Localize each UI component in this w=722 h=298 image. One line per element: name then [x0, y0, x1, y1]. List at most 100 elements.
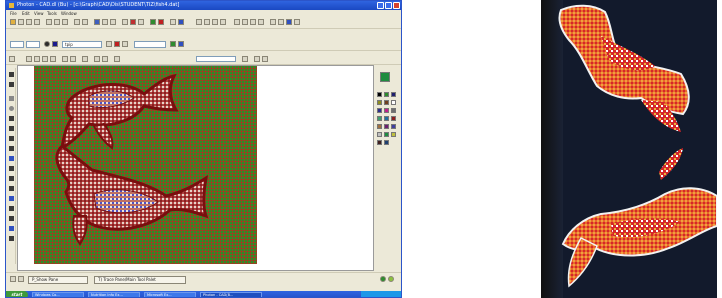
- mode2-select[interactable]: [26, 41, 40, 48]
- stitch-icon[interactable]: [234, 19, 240, 25]
- rect-icon[interactable]: [9, 96, 14, 101]
- layer-icon[interactable]: [196, 19, 202, 25]
- reset-icon[interactable]: [178, 41, 184, 47]
- palette-swatch[interactable]: [384, 116, 389, 121]
- design-grid[interactable]: [34, 66, 257, 264]
- zoom-out-icon[interactable]: [102, 19, 108, 25]
- select-tool-icon[interactable]: [9, 72, 14, 77]
- copy-icon[interactable]: [54, 19, 60, 25]
- palette-swatch[interactable]: [384, 100, 389, 105]
- help-icon[interactable]: [178, 19, 184, 25]
- stitch4-icon[interactable]: [258, 19, 264, 25]
- pattern-tool-icon[interactable]: [9, 196, 14, 201]
- palette-swatch[interactable]: [384, 108, 389, 113]
- zoom-fit-icon[interactable]: [110, 19, 116, 25]
- print-icon[interactable]: [34, 19, 40, 25]
- eraser-icon[interactable]: [9, 146, 14, 151]
- lock-icon[interactable]: [242, 56, 248, 62]
- palette-swatch[interactable]: [384, 92, 389, 97]
- wand-icon[interactable]: [9, 156, 14, 161]
- color-icon[interactable]: [114, 41, 120, 47]
- palette-swatch[interactable]: [384, 132, 389, 137]
- save-icon[interactable]: [26, 19, 32, 25]
- color-pick-icon[interactable]: [130, 19, 136, 25]
- taskbar-item[interactable]: Nutrition Info Ex...: [88, 292, 140, 297]
- pattern-icon[interactable]: [270, 19, 276, 25]
- pencil-tool-icon[interactable]: [9, 82, 14, 87]
- hand-icon[interactable]: [9, 236, 14, 241]
- square-icon[interactable]: [52, 41, 58, 47]
- fill-icon[interactable]: [138, 19, 144, 25]
- flip-icon[interactable]: [82, 56, 88, 62]
- curve-icon[interactable]: [34, 56, 40, 62]
- crosshair-icon[interactable]: [122, 19, 128, 25]
- new-icon[interactable]: [10, 19, 16, 25]
- repeat-icon[interactable]: [94, 56, 100, 62]
- paste-icon[interactable]: [62, 19, 68, 25]
- snap2-icon[interactable]: [262, 56, 268, 62]
- palette-swatch[interactable]: [377, 132, 382, 137]
- title-bar[interactable]: Photon - CAD.dl (Bu) - [c:\Graph\CAD\Dis…: [6, 1, 401, 10]
- menu-view[interactable]: View: [34, 10, 44, 17]
- menu-edit[interactable]: Edit: [22, 10, 30, 17]
- palette-swatch[interactable]: [377, 92, 382, 97]
- coord-field[interactable]: [196, 56, 236, 62]
- tab-show-pane[interactable]: P_Show Pane: [28, 276, 88, 284]
- palette-swatch[interactable]: [391, 116, 396, 121]
- palette-swatch[interactable]: [377, 108, 382, 113]
- palette-swatch[interactable]: [391, 92, 396, 97]
- text-icon[interactable]: [122, 41, 128, 47]
- circle-icon[interactable]: [9, 106, 14, 111]
- tab-trace-pane[interactable]: T) Trace Pane/Main Tool Palet: [94, 276, 186, 284]
- pointer-icon[interactable]: [9, 56, 15, 62]
- taskbar-item[interactable]: Microsoft Ex...: [144, 292, 196, 297]
- undo-icon[interactable]: [74, 19, 80, 25]
- taskbar-item-active[interactable]: Photon - CAD(B...: [200, 292, 262, 297]
- palette-swatch[interactable]: [391, 108, 396, 113]
- stretch-icon[interactable]: [9, 216, 14, 221]
- palette-swatch[interactable]: [377, 100, 382, 105]
- copy-tool-icon[interactable]: [9, 186, 14, 191]
- repeat2-icon[interactable]: [102, 56, 108, 62]
- poly-icon[interactable]: [9, 116, 14, 121]
- taskbar-item[interactable]: Windows Co...: [32, 292, 84, 297]
- measure-icon[interactable]: [114, 56, 120, 62]
- brush-icon[interactable]: [286, 19, 292, 25]
- close-button[interactable]: [393, 2, 400, 9]
- menu-window[interactable]: Window: [61, 10, 77, 17]
- pattern2-icon[interactable]: [278, 19, 284, 25]
- layer2-icon[interactable]: [204, 19, 210, 25]
- mirror-tool-icon[interactable]: [9, 206, 14, 211]
- palette-swatch[interactable]: [391, 124, 396, 129]
- stitch2-icon[interactable]: [242, 19, 248, 25]
- minimize-button[interactable]: [377, 2, 384, 9]
- stop-icon[interactable]: [158, 19, 164, 25]
- dot-icon[interactable]: [44, 41, 50, 47]
- align-icon[interactable]: [106, 41, 112, 47]
- palette-swatch[interactable]: [391, 132, 396, 137]
- palette-swatch[interactable]: [391, 100, 396, 105]
- add-icon[interactable]: [150, 19, 156, 25]
- font-select[interactable]: tpip: [62, 41, 102, 48]
- pane-toggle-icon[interactable]: [10, 276, 16, 282]
- menu-tools[interactable]: Tools: [47, 10, 57, 17]
- knit-icon[interactable]: [9, 226, 14, 231]
- cut-icon[interactable]: [46, 19, 52, 25]
- current-color-swatch[interactable]: [380, 72, 390, 82]
- stitch3-icon[interactable]: [250, 19, 256, 25]
- redo-icon[interactable]: [82, 19, 88, 25]
- layer3-icon[interactable]: [212, 19, 218, 25]
- settings-icon[interactable]: [170, 19, 176, 25]
- apply-icon[interactable]: [170, 41, 176, 47]
- text-tool-icon[interactable]: [9, 166, 14, 171]
- maximize-button[interactable]: [385, 2, 392, 9]
- grid-icon[interactable]: [294, 19, 300, 25]
- palette-swatch[interactable]: [384, 124, 389, 129]
- start-button[interactable]: start: [6, 291, 28, 297]
- open-icon[interactable]: [18, 19, 24, 25]
- palette-swatch[interactable]: [384, 140, 389, 145]
- mode-select[interactable]: [10, 41, 24, 48]
- pane-toggle2-icon[interactable]: [18, 276, 24, 282]
- palette-swatch[interactable]: [377, 140, 382, 145]
- layer4-icon[interactable]: [220, 19, 226, 25]
